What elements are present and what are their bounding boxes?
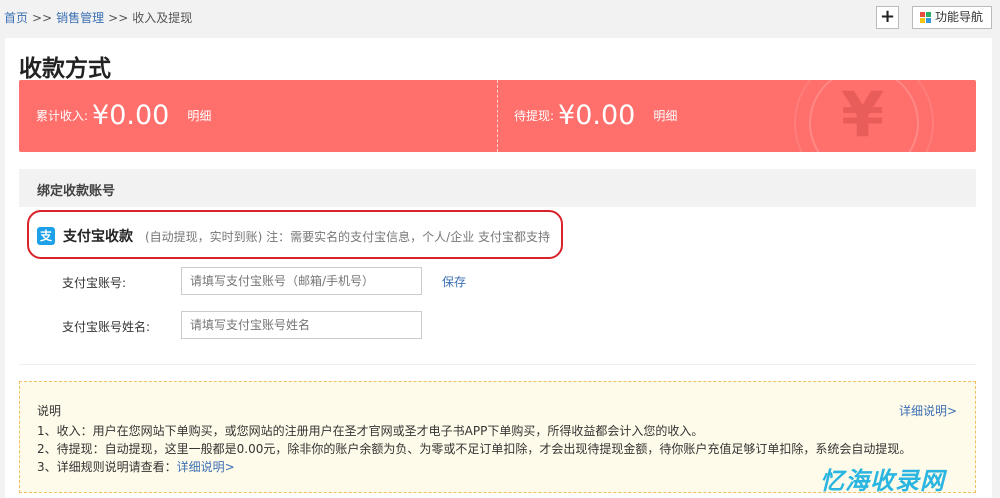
site-watermark-logo: 忆海收录网: [820, 467, 945, 495]
top-bar: 首页 >> 销售管理 >> 收入及提现 + 功能导航: [0, 0, 1000, 34]
breadcrumb-sales-link[interactable]: 销售管理: [56, 11, 104, 25]
breadcrumb: 首页 >> 销售管理 >> 收入及提现: [4, 9, 192, 26]
divider: [19, 364, 976, 365]
function-nav-button[interactable]: 功能导航: [912, 6, 992, 29]
notes-title: 说明: [37, 404, 62, 418]
total-income-value: ¥0.00: [92, 100, 170, 131]
alipay-name-label: 支付宝账号姓名:: [62, 320, 151, 334]
alipay-account-label: 支付宝账号:: [62, 276, 127, 290]
yen-watermark-icon: ¥: [841, 80, 885, 151]
alipay-account-input[interactable]: [181, 267, 422, 295]
breadcrumb-separator: >>: [108, 11, 129, 25]
banner-divider: [497, 80, 498, 152]
breadcrumb-current: 收入及提现: [132, 11, 193, 25]
note-line-1: 1、收入：用户在您网站下单购买，或您网站的注册用户在圣才官网或圣才电子书APP下…: [37, 424, 704, 438]
income-banner: ¥ 累计收入: ¥0.00 明细 待提现: ¥0.00 明细: [19, 80, 976, 152]
alipay-name-input[interactable]: [181, 311, 422, 339]
breadcrumb-separator: >>: [32, 11, 53, 25]
alipay-note: (自动提现，实时到账) 注：需要实名的支付宝信息，个人/企业 支付宝都支持: [145, 230, 551, 244]
note-line-3-text: 3、详细规则说明请查看：: [37, 460, 177, 474]
total-income-detail-link[interactable]: 明细: [187, 109, 211, 123]
pending-withdraw-label: 待提现:: [514, 109, 555, 123]
save-button[interactable]: 保存: [442, 273, 466, 290]
notes-detail-link[interactable]: 详细说明>: [899, 402, 957, 419]
bind-account-section-header: 绑定收款账号: [19, 169, 976, 207]
total-income-label: 累计收入:: [36, 109, 89, 123]
pending-withdraw-stat: 待提现: ¥0.00 明细: [514, 100, 677, 131]
note-line-2: 2、待提现：自动提现，这里一般都是0.00元，除非你的账户余额为负、为零或不足订…: [37, 442, 912, 456]
add-button[interactable]: +: [876, 6, 899, 29]
pending-withdraw-detail-link[interactable]: 明细: [653, 109, 677, 123]
total-income-stat: 累计收入: ¥0.00 明细: [36, 100, 211, 131]
breadcrumb-home-link[interactable]: 首页: [4, 11, 28, 25]
function-nav-label: 功能导航: [935, 10, 984, 24]
grid-icon: [920, 12, 931, 23]
section-title: 绑定收款账号: [37, 184, 116, 199]
note-line-3-detail-link[interactable]: 详细说明>: [177, 460, 235, 474]
alipay-icon: 支: [37, 227, 55, 245]
note-line-3: 3、详细规则说明请查看：详细说明>: [37, 458, 235, 475]
page-title: 收款方式: [19, 56, 111, 82]
main-panel: 收款方式 ¥ 累计收入: ¥0.00 明细 待提现: ¥0.00 明细 绑定收款账号 支…: [5, 38, 992, 498]
alipay-name: 支付宝收款: [63, 229, 133, 245]
pending-withdraw-value: ¥0.00: [558, 100, 636, 131]
alipay-option: 支 支付宝收款 (自动提现，实时到账) 注：需要实名的支付宝信息，个人/企业 支…: [27, 210, 563, 259]
